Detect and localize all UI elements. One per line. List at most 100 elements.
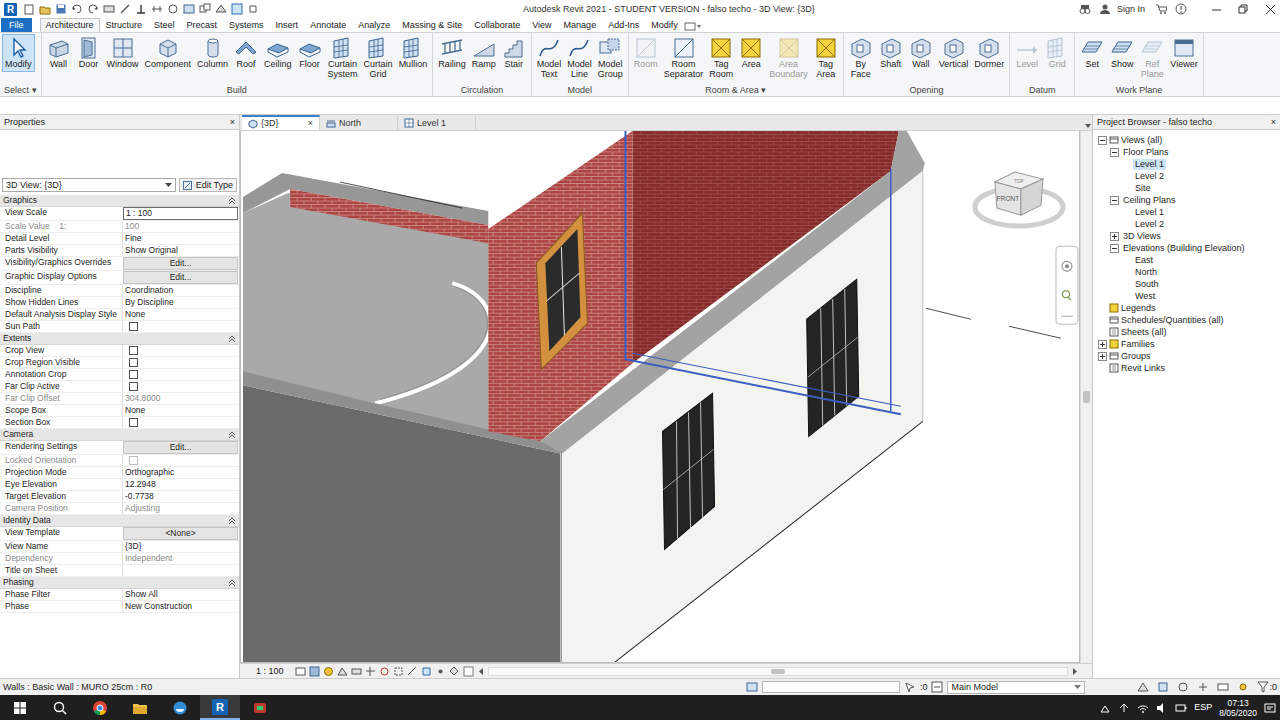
- window[interactable]: [807, 279, 859, 436]
- ribbon-button[interactable]: Set: [1077, 34, 1107, 72]
- property-value[interactable]: Edit...: [123, 441, 238, 454]
- expand-toggle[interactable]: [1098, 136, 1107, 145]
- browser-item[interactable]: Views (all): [1093, 134, 1280, 146]
- browser-item[interactable]: Level 1: [1093, 158, 1280, 170]
- vertical-scroll-thumb[interactable]: [1083, 391, 1090, 403]
- 3d-view-canvas[interactable]: FRONT TOP: [240, 131, 1080, 663]
- browser-item[interactable]: Ceiling Plans: [1093, 194, 1280, 206]
- browser-item[interactable]: South: [1093, 278, 1280, 290]
- ribbon-button[interactable]: Show: [1107, 34, 1137, 72]
- ribbon-tab[interactable]: Insert: [270, 18, 305, 32]
- property-value[interactable]: Coordination: [122, 285, 239, 296]
- browser-item[interactable]: Legends: [1093, 302, 1280, 314]
- property-value[interactable]: New Construction: [122, 601, 239, 612]
- ribbon-button[interactable]: Room Separator: [661, 34, 707, 81]
- property-value[interactable]: Fine: [122, 233, 239, 244]
- browser-item[interactable]: 3D Views: [1093, 230, 1280, 242]
- property-value[interactable]: Orthographic: [122, 467, 239, 478]
- exterior-wall[interactable]: [562, 171, 922, 662]
- taskbar-app[interactable]: [0, 695, 40, 720]
- ribbon-button[interactable]: Column: [194, 34, 231, 72]
- ribbon-button[interactable]: Tag Room: [706, 34, 736, 81]
- property-value[interactable]: [122, 357, 239, 368]
- property-value[interactable]: <None>: [123, 527, 238, 540]
- view-tab[interactable]: Level 1: [398, 116, 476, 130]
- expand-toggle[interactable]: [1110, 244, 1119, 253]
- ribbon-tab[interactable]: Massing & Site: [396, 18, 468, 32]
- ribbon-tab[interactable]: View: [526, 18, 557, 32]
- property-value[interactable]: [122, 321, 239, 332]
- ribbon-tab[interactable]: Manage: [558, 18, 603, 32]
- view-scale[interactable]: 1 : 100: [256, 666, 292, 677]
- ribbon-button[interactable]: Vertical: [936, 34, 972, 72]
- ribbon-tab[interactable]: Systems: [223, 18, 270, 32]
- browser-item[interactable]: Floor Plans: [1093, 146, 1280, 158]
- property-checkbox[interactable]: [129, 382, 138, 391]
- property-group-header[interactable]: Identity Data: [0, 515, 239, 527]
- ribbon-button[interactable]: Door: [74, 34, 104, 72]
- ribbon-button[interactable]: Curtain System: [325, 34, 361, 81]
- property-checkbox[interactable]: [129, 346, 138, 355]
- property-value[interactable]: -0.7738: [122, 491, 239, 502]
- expand-toggle[interactable]: [1110, 196, 1119, 205]
- window[interactable]: [663, 393, 715, 549]
- ribbon-button[interactable]: Model Group: [595, 34, 626, 81]
- property-checkbox[interactable]: [129, 370, 138, 379]
- ribbon-tab[interactable]: Analyze: [352, 18, 396, 32]
- property-group-header[interactable]: Extents: [0, 333, 239, 345]
- browser-item[interactable]: Sheets (all): [1093, 326, 1280, 338]
- project-browser-close[interactable]: ×: [1271, 115, 1276, 129]
- browser-item[interactable]: Level 1: [1093, 206, 1280, 218]
- property-value[interactable]: 1 : 100: [123, 207, 238, 220]
- ribbon-button[interactable]: Modify: [2, 34, 35, 72]
- browser-item[interactable]: Groups: [1093, 350, 1280, 362]
- ribbon-tab[interactable]: Add-Ins: [602, 18, 645, 32]
- taskbar-app[interactable]: [240, 695, 280, 720]
- input-language[interactable]: ESP: [1194, 702, 1212, 713]
- property-value[interactable]: Edit...: [123, 257, 238, 270]
- view-cube[interactable]: FRONT TOP: [975, 172, 1063, 226]
- property-checkbox[interactable]: [129, 418, 138, 427]
- sign-in-button[interactable]: Sign In: [1099, 3, 1147, 15]
- ribbon-button[interactable]: Area: [736, 34, 766, 72]
- taskbar-app[interactable]: R: [200, 695, 240, 720]
- property-checkbox[interactable]: [129, 358, 138, 367]
- property-value[interactable]: 12.2948: [122, 479, 239, 490]
- expand-toggle[interactable]: [1098, 352, 1107, 361]
- property-value[interactable]: None: [122, 405, 239, 416]
- ribbon-tab[interactable]: Modify: [645, 18, 684, 32]
- browser-item[interactable]: Site: [1093, 182, 1280, 194]
- view-tab-close[interactable]: ×: [298, 117, 313, 130]
- design-option-dropdown[interactable]: Main Model: [947, 681, 1085, 694]
- vertical-scrollbar[interactable]: [1080, 131, 1092, 663]
- browser-item[interactable]: Level 2: [1093, 170, 1280, 182]
- taskbar-app[interactable]: [120, 695, 160, 720]
- ribbon-tab[interactable]: Architecture: [40, 18, 100, 32]
- browser-item[interactable]: Level 2: [1093, 218, 1280, 230]
- browser-item[interactable]: Families: [1093, 338, 1280, 350]
- clock[interactable]: 07:138/05/2020: [1219, 698, 1257, 718]
- taskbar-app[interactable]: [80, 695, 120, 720]
- ribbon-button[interactable]: Tag Area: [811, 34, 841, 81]
- expand-toggle[interactable]: [1098, 340, 1107, 349]
- browser-item[interactable]: Revit Links: [1093, 362, 1280, 374]
- property-value[interactable]: [122, 345, 239, 356]
- revit-logo[interactable]: R: [4, 3, 17, 16]
- taskbar-app[interactable]: [160, 695, 200, 720]
- ribbon-button[interactable]: Stair: [499, 34, 529, 72]
- browser-item[interactable]: Schedules/Quantities (all): [1093, 314, 1280, 326]
- ribbon-button[interactable]: Viewer: [1167, 34, 1200, 72]
- edit-type-button[interactable]: Edit Type: [179, 178, 237, 192]
- ribbon-button[interactable]: Roof: [231, 34, 261, 72]
- ribbon-tab[interactable]: Structure: [100, 18, 149, 32]
- ribbon-tab[interactable]: Steel: [148, 18, 181, 32]
- ribbon-tab[interactable]: Precast: [181, 18, 224, 32]
- ribbon-button[interactable]: Model Text: [534, 34, 565, 81]
- ribbon-button[interactable]: Window: [104, 34, 142, 72]
- ribbon-tab[interactable]: Annotate: [304, 18, 352, 32]
- browser-item[interactable]: West: [1093, 290, 1280, 302]
- property-value[interactable]: Show All: [122, 589, 239, 600]
- ribbon-button[interactable]: Curtain Grid: [361, 34, 396, 81]
- property-value[interactable]: [122, 417, 239, 428]
- type-selector[interactable]: 3D View: {3D}: [2, 178, 176, 192]
